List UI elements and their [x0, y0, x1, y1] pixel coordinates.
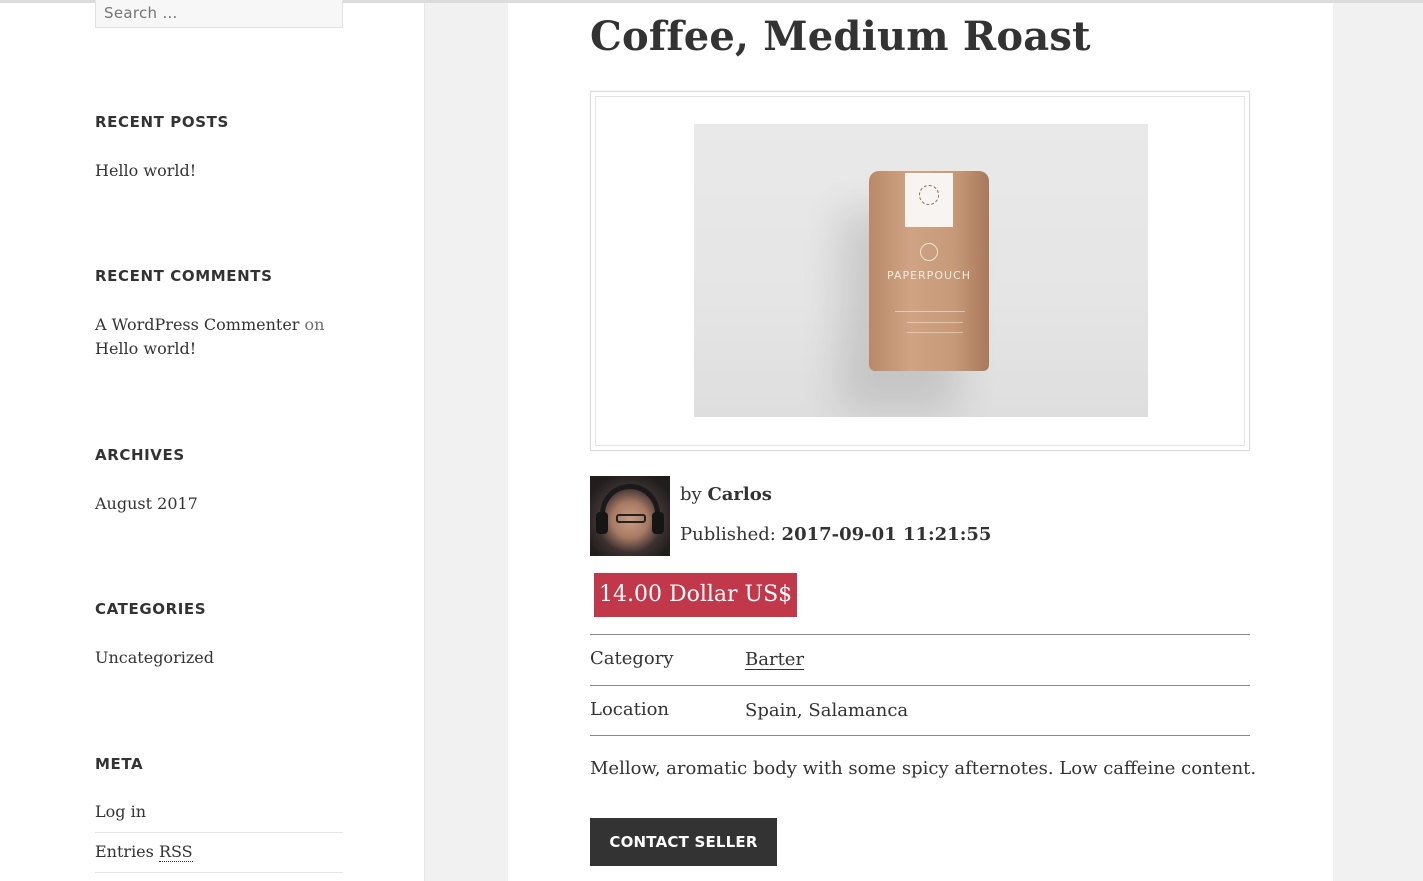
recent-comments-title: RECENT COMMENTS — [95, 267, 273, 285]
categories-title: CATEGORIES — [95, 600, 207, 618]
recent-post-link[interactable]: Hello world! — [95, 159, 196, 183]
headphone-left-icon — [596, 512, 608, 534]
published-date: Published: 2017-09-01 11:21:55 — [680, 524, 991, 545]
coffee-pouch-photo[interactable]: PAPERPOUCH — [694, 124, 1148, 417]
entries-label: Entries — [95, 842, 154, 861]
pouch-label — [905, 173, 953, 227]
page-title: Coffee, Medium Roast — [590, 13, 1091, 60]
detail-row-category: Category Barter — [590, 634, 1250, 685]
archive-link[interactable]: August 2017 — [95, 492, 198, 516]
archives-title: ARCHIVES — [95, 446, 185, 464]
search-input[interactable] — [95, 0, 343, 28]
published-value: 2017-09-01 11:21:55 — [781, 524, 992, 545]
pouch-text-lines — [895, 311, 965, 345]
login-link[interactable]: Log in — [95, 800, 146, 824]
by-label: by — [680, 484, 702, 505]
detail-row-location: Location Spain, Salamanca — [590, 685, 1250, 736]
recent-posts-title: RECENT POSTS — [95, 113, 229, 131]
glasses-icon — [616, 514, 646, 523]
pouch-brand-mark: PAPERPOUCH — [887, 269, 971, 282]
product-image-inner: PAPERPOUCH — [595, 96, 1245, 446]
detail-key: Category — [590, 648, 674, 669]
meta-title: META — [95, 755, 144, 773]
comment-connector: on — [304, 315, 325, 334]
entries-rss-link[interactable]: Entries RSS — [95, 840, 193, 864]
price-badge: 14.00 Dollar US$ — [594, 573, 798, 617]
published-label: Published: — [680, 524, 776, 545]
meta-item-entries-rss: Entries RSS — [95, 833, 343, 873]
headphone-right-icon — [652, 512, 664, 534]
author-byline: by Carlos — [680, 484, 772, 505]
sidebar: RECENT POSTS Hello world! RECENT COMMENT… — [0, 0, 425, 881]
comment-post-link[interactable]: Hello world! — [95, 339, 196, 358]
main-content: Coffee, Medium Roast PAPERPOUCH by Carlo… — [508, 3, 1333, 881]
product-image-frame: PAPERPOUCH — [590, 91, 1250, 451]
location-value: Spain, Salamanca — [745, 700, 909, 721]
category-link[interactable]: Uncategorized — [95, 646, 214, 670]
rss-label: RSS — [158, 842, 193, 862]
detail-key: Location — [590, 699, 670, 720]
category-value-link[interactable]: Barter — [745, 649, 804, 670]
pouch-logo-icon — [920, 243, 938, 261]
author-name: Carlos — [707, 484, 772, 505]
details-table: Category Barter Location Spain, Salamanc… — [590, 634, 1250, 736]
recent-comment-entry: A WordPress Commenter on Hello world! — [95, 313, 343, 361]
contact-seller-button[interactable]: CONTACT SELLER — [590, 818, 777, 866]
coffee-pouch-icon: PAPERPOUCH — [869, 171, 989, 371]
meta-item-login: Log in — [95, 793, 343, 833]
author-avatar[interactable] — [590, 476, 670, 556]
product-description: Mellow, aromatic body with some spicy af… — [590, 758, 1257, 779]
comment-author-link[interactable]: A WordPress Commenter — [95, 315, 299, 334]
pouch-seal-icon — [919, 185, 939, 205]
